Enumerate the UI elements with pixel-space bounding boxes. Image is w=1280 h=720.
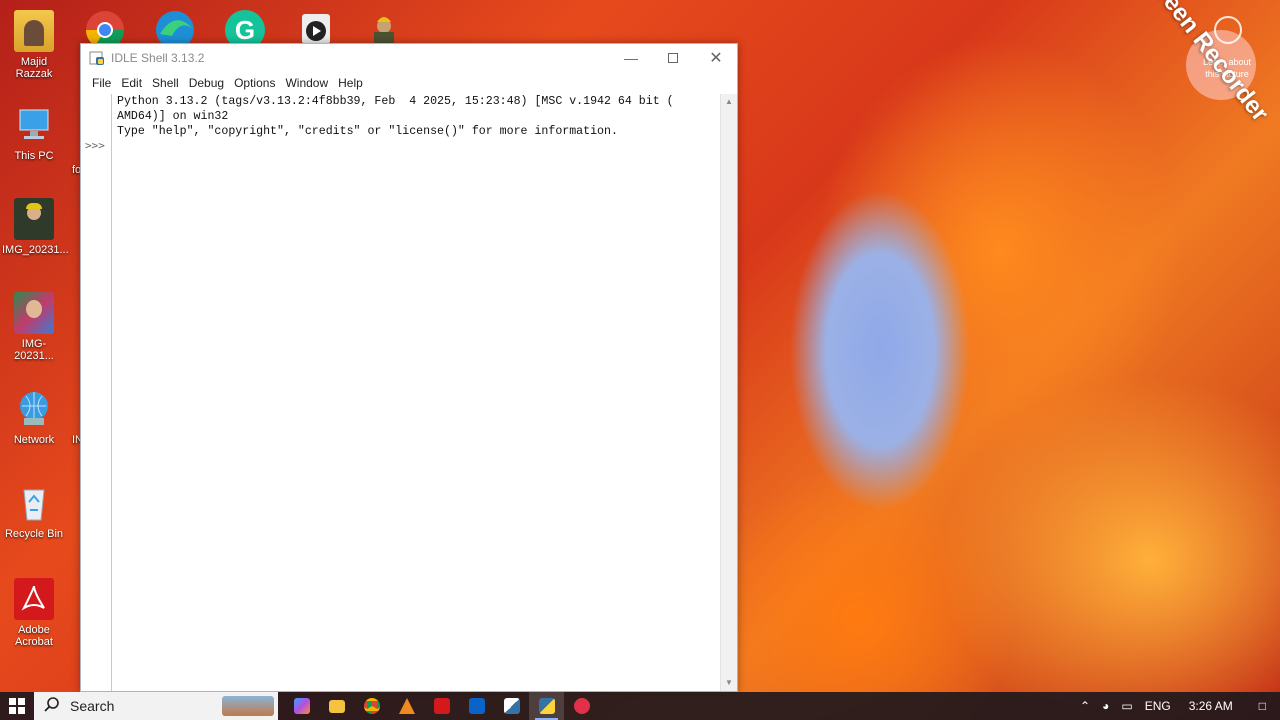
grammarly-icon: G [225,10,265,50]
python-idle-icon [503,698,520,714]
language-indicator[interactable]: ENG [1139,699,1177,713]
taskbar-search-box[interactable]: Search [34,692,278,720]
taskbar-file-explorer[interactable] [319,692,354,720]
search-label: Search [70,698,115,714]
menu-shell[interactable]: Shell [147,76,184,90]
shell-text-area[interactable]: Python 3.13.2 (tags/v3.13.2:4f8bb39, Feb… [117,94,719,691]
user-avatar-desktop-icon[interactable] [360,6,406,44]
window-title: IDLE Shell 3.13.2 [111,51,205,65]
taskbar-screen-recorder[interactable] [564,692,599,720]
chevron-up-icon[interactable]: ⌃ [1074,699,1096,713]
desktop-icon-label: This PC [14,150,54,162]
taskbar-chrome[interactable] [354,692,389,720]
vlc-icon [398,698,415,714]
menu-file[interactable]: File [87,76,116,90]
user-folder-icon [14,10,54,52]
battery-icon[interactable]: ▭ [1115,699,1138,713]
menu-options[interactable]: Options [229,76,280,90]
edge-icon [156,11,194,49]
user-avatar-icon [374,17,394,44]
copilot-icon [293,698,310,714]
media-player-icon [302,14,330,44]
taskbar-vlc[interactable] [389,692,424,720]
desktop-icon-label: Adobe Acrobat [15,624,53,648]
vertical-scrollbar[interactable]: ▲ ▼ [720,94,737,691]
wifi-icon[interactable]: ◕ [1096,699,1115,713]
network-icon [14,388,54,430]
grammarly-desktop-icon[interactable]: G [222,6,268,50]
menu-help[interactable]: Help [333,76,368,90]
minimize-button[interactable]: — [609,44,653,72]
outlook-icon [468,698,485,714]
desktop-icon-this-pc[interactable]: This PC [2,104,66,162]
python-idle-icon [89,50,105,66]
desktop-icon-adobe-acrobat[interactable]: Adobe Acrobat [2,578,66,648]
menu-window[interactable]: Window [280,76,333,90]
file-explorer-icon [328,699,345,713]
menu-edit[interactable]: Edit [116,76,147,90]
output-line: AMD64)] on win32 [117,110,229,123]
taskbar-copilot[interactable] [284,692,319,720]
computer-icon [14,104,54,146]
search-highlight-icon [222,696,274,716]
idle-shell-window[interactable]: IDLE Shell 3.13.2 — ✕ File Edit Shell De… [80,43,738,692]
desktop-icon-network[interactable]: Network [2,388,66,446]
edge-desktop-icon[interactable] [152,6,198,49]
screen-recorder-icon [573,698,590,714]
clock[interactable]: 3:26 AM [1177,699,1245,713]
image-icon [14,292,54,334]
acrobat-icon [14,578,54,620]
window-titlebar[interactable]: IDLE Shell 3.13.2 — ✕ [81,44,737,72]
chrome-icon [363,698,380,714]
image-icon [14,198,54,240]
media-player-desktop-icon[interactable] [296,6,342,44]
desktop-icon-recycle-bin[interactable]: Recycle Bin [2,482,66,540]
start-button[interactable] [0,692,34,720]
taskbar-acrobat[interactable] [424,692,459,720]
recycle-bin-icon [14,482,54,524]
taskbar-python-idle-active[interactable] [529,692,564,720]
taskbar-python-idle[interactable] [494,692,529,720]
desktop-icon-label: IMG_20231... [2,244,69,256]
search-icon [44,696,60,716]
system-tray: ⌃ ◕ ▭ ENG 3:26 AM □ [1074,692,1280,720]
desktop-icon-majid-razzak[interactable]: Majid Razzak [2,10,66,80]
svg-text:G: G [235,15,255,44]
taskbar-outlook[interactable] [459,692,494,720]
desktop-icon-label: Majid Razzak [15,56,53,80]
desktop-icon-img-2[interactable]: IMG-20231... [2,292,66,362]
line-gutter [81,94,112,691]
maximize-icon [668,53,678,63]
menu-debug[interactable]: Debug [184,76,229,90]
desktop-icon-label: Network [13,434,55,446]
menu-bar: File Edit Shell Debug Options Window Hel… [81,72,737,94]
desktop-icon-img-1[interactable]: IMG_20231... [2,198,69,256]
output-line: Python 3.13.2 (tags/v3.13.2:4f8bb39, Feb… [117,95,674,108]
acrobat-icon [433,698,450,714]
desktop-icon-label: Recycle Bin [4,528,64,540]
minimize-icon: — [624,50,638,66]
scroll-down-icon[interactable]: ▼ [721,675,737,691]
scroll-up-icon[interactable]: ▲ [721,94,737,110]
maximize-button[interactable] [651,44,695,72]
notification-icon[interactable]: □ [1245,699,1280,713]
chrome-icon [86,11,124,49]
taskbar: Search ⌃ ◕ ▭ ENG 3:26 AM □ [0,692,1280,720]
chrome-desktop-icon[interactable] [82,6,128,49]
desktop-icon-label: IMG-20231... [14,338,54,362]
close-button[interactable]: ✕ [694,44,738,72]
shell-prompt: >>> [85,139,105,152]
python-idle-active-icon [538,698,555,714]
windows-logo-icon [9,698,25,714]
output-line: Type "help", "copyright", "credits" or "… [117,125,618,138]
close-icon: ✕ [709,50,723,67]
